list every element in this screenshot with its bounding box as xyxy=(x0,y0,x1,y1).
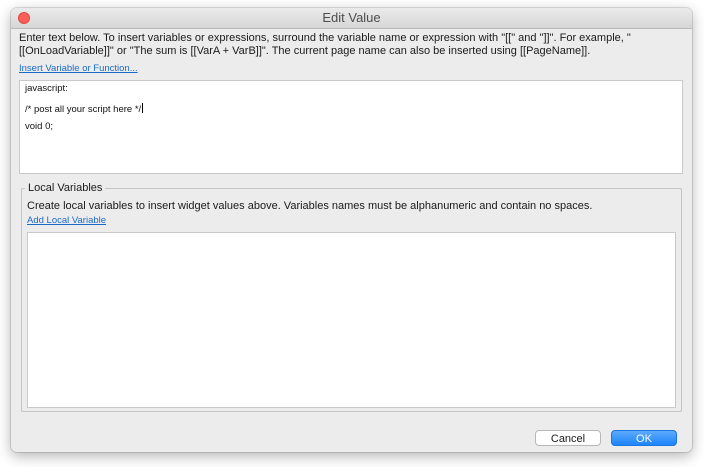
instructions-text: Enter text below. To insert variables or… xyxy=(19,32,631,57)
cancel-button[interactable]: Cancel xyxy=(535,430,601,446)
script-line-with-caret: /* post all your script here */ xyxy=(25,103,677,115)
script-line: void 0; xyxy=(25,121,53,132)
script-line: /* post all your script here */ xyxy=(25,104,142,115)
add-local-variable-link[interactable]: Add Local Variable xyxy=(27,215,106,226)
close-button[interactable] xyxy=(18,12,30,24)
dialog-title: Edit Value xyxy=(322,10,381,25)
insert-variable-link[interactable]: Insert Variable or Function... xyxy=(19,63,138,74)
text-caret xyxy=(142,103,144,113)
title-bar[interactable]: Edit Value xyxy=(11,8,692,29)
ok-button[interactable]: OK xyxy=(611,430,677,446)
local-variables-description: Create local variables to insert widget … xyxy=(27,200,593,212)
local-variables-legend: Local Variables xyxy=(25,182,106,194)
script-line: javascript: xyxy=(25,83,68,94)
value-text-area[interactable]: javascript: /* post all your script here… xyxy=(19,80,683,174)
edit-value-dialog: Edit Value Enter text below. To insert v… xyxy=(11,8,692,452)
local-variables-list[interactable] xyxy=(27,232,676,408)
